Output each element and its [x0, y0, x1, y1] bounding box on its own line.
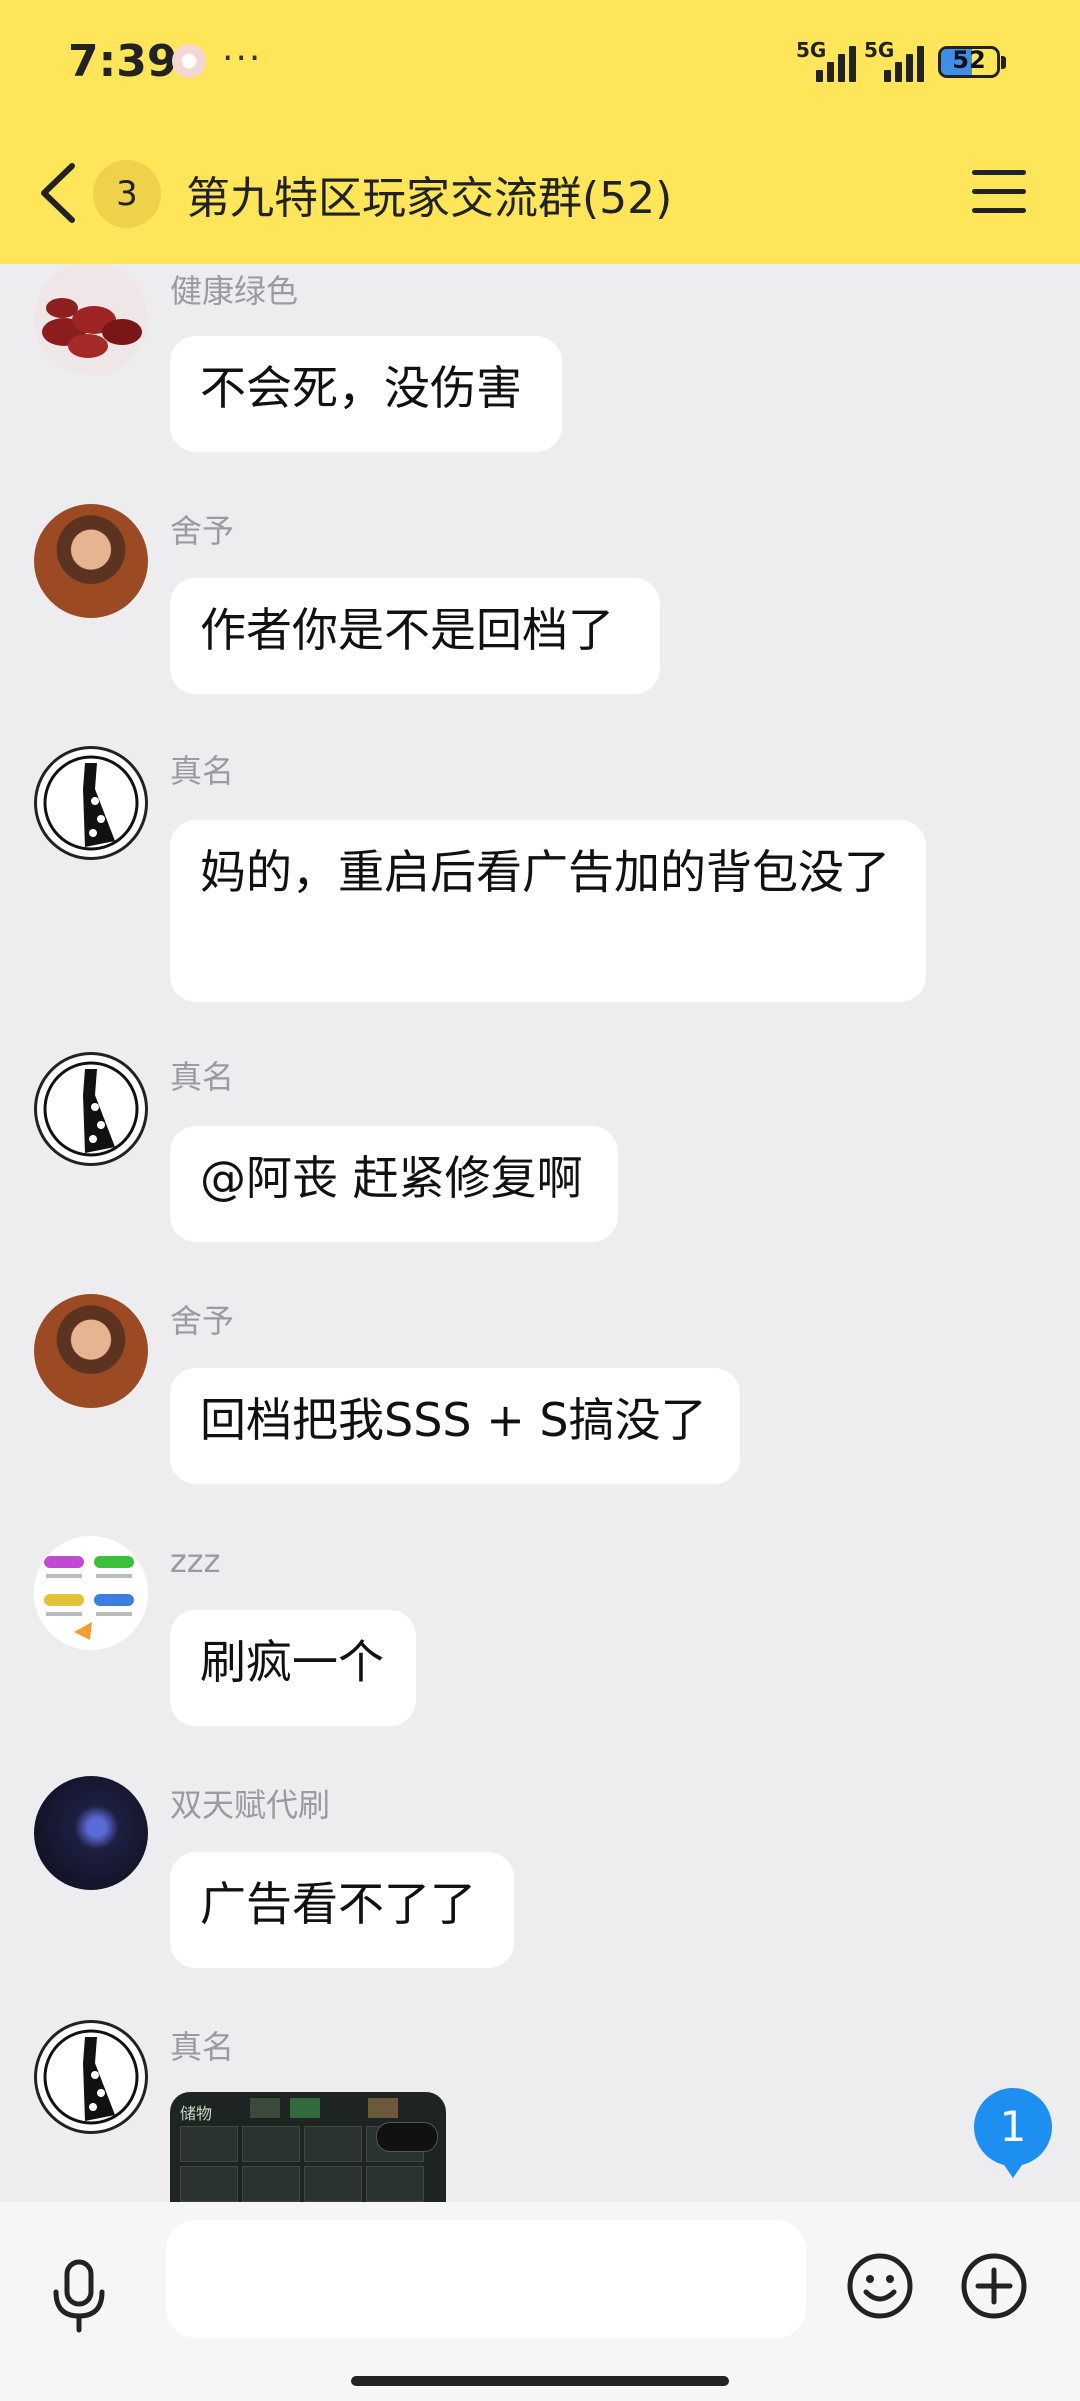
sender-name: 真名 — [170, 752, 235, 790]
signal-strength-icon: 5G — [864, 38, 926, 82]
sender-name: 舍予 — [170, 512, 235, 550]
red-beans-avatar[interactable] — [34, 262, 148, 376]
message-bubble[interactable]: 作者你是不是回档了 — [170, 578, 660, 694]
add-plus-icon[interactable] — [960, 2252, 1028, 2320]
header-bar: 7:39 ··· 5G 5G 52 3 第九特区玩家交流群(52) — [0, 0, 1080, 264]
new-message-badge[interactable]: 1 — [974, 2088, 1052, 2178]
pills-avatar[interactable] — [34, 1536, 148, 1650]
back-arrow-icon[interactable] — [36, 160, 86, 226]
inventory-title: 储物 — [180, 2104, 213, 2123]
more-notifications-icon: ··· — [222, 38, 263, 79]
input-bar — [0, 2202, 1080, 2401]
signal-strength-icon: 5G — [796, 38, 858, 82]
mini-program-capsule-icon — [376, 2122, 438, 2152]
emoji-icon[interactable] — [846, 2252, 914, 2320]
notification-flower-icon — [172, 44, 206, 78]
unread-count-badge[interactable]: 3 — [93, 160, 161, 228]
sender-name: 舍予 — [170, 1302, 235, 1340]
man-photo-avatar[interactable] — [34, 1294, 148, 1408]
message-bubble[interactable]: @阿丧 赶紧修复啊 — [170, 1126, 618, 1242]
man-photo-avatar[interactable] — [34, 504, 148, 618]
microphone-icon[interactable] — [48, 2258, 110, 2334]
anime-avatar[interactable] — [34, 1776, 148, 1890]
sender-name: 双天赋代刷 — [170, 1786, 331, 1824]
status-time: 7:39 — [68, 36, 178, 87]
giraffe-avatar[interactable] — [34, 2020, 148, 2134]
sender-name: 真名 — [170, 2028, 235, 2066]
chat-title: 第九特区玩家交流群(52) — [186, 173, 673, 224]
message-bubble[interactable]: 回档把我SSS + S搞没了 — [170, 1368, 740, 1484]
menu-icon[interactable] — [972, 170, 1026, 216]
sender-name: zzz — [170, 1542, 221, 1580]
sender-name: 健康绿色 — [170, 272, 299, 310]
giraffe-avatar[interactable] — [34, 746, 148, 860]
message-input[interactable] — [166, 2220, 806, 2338]
home-indicator[interactable] — [351, 2376, 729, 2386]
message-bubble[interactable]: 刷疯一个 — [170, 1610, 416, 1726]
message-bubble[interactable]: 妈的，重启后看广告加的背包没了 — [170, 820, 926, 1002]
battery-icon: 52 — [938, 46, 1000, 78]
sender-name: 真名 — [170, 1058, 235, 1096]
message-bubble[interactable]: 广告看不了了 — [170, 1852, 514, 1968]
giraffe-avatar[interactable] — [34, 1052, 148, 1166]
message-bubble[interactable]: 不会死，没伤害 — [170, 336, 562, 452]
image-message[interactable]: 储物 — [170, 2092, 446, 2202]
